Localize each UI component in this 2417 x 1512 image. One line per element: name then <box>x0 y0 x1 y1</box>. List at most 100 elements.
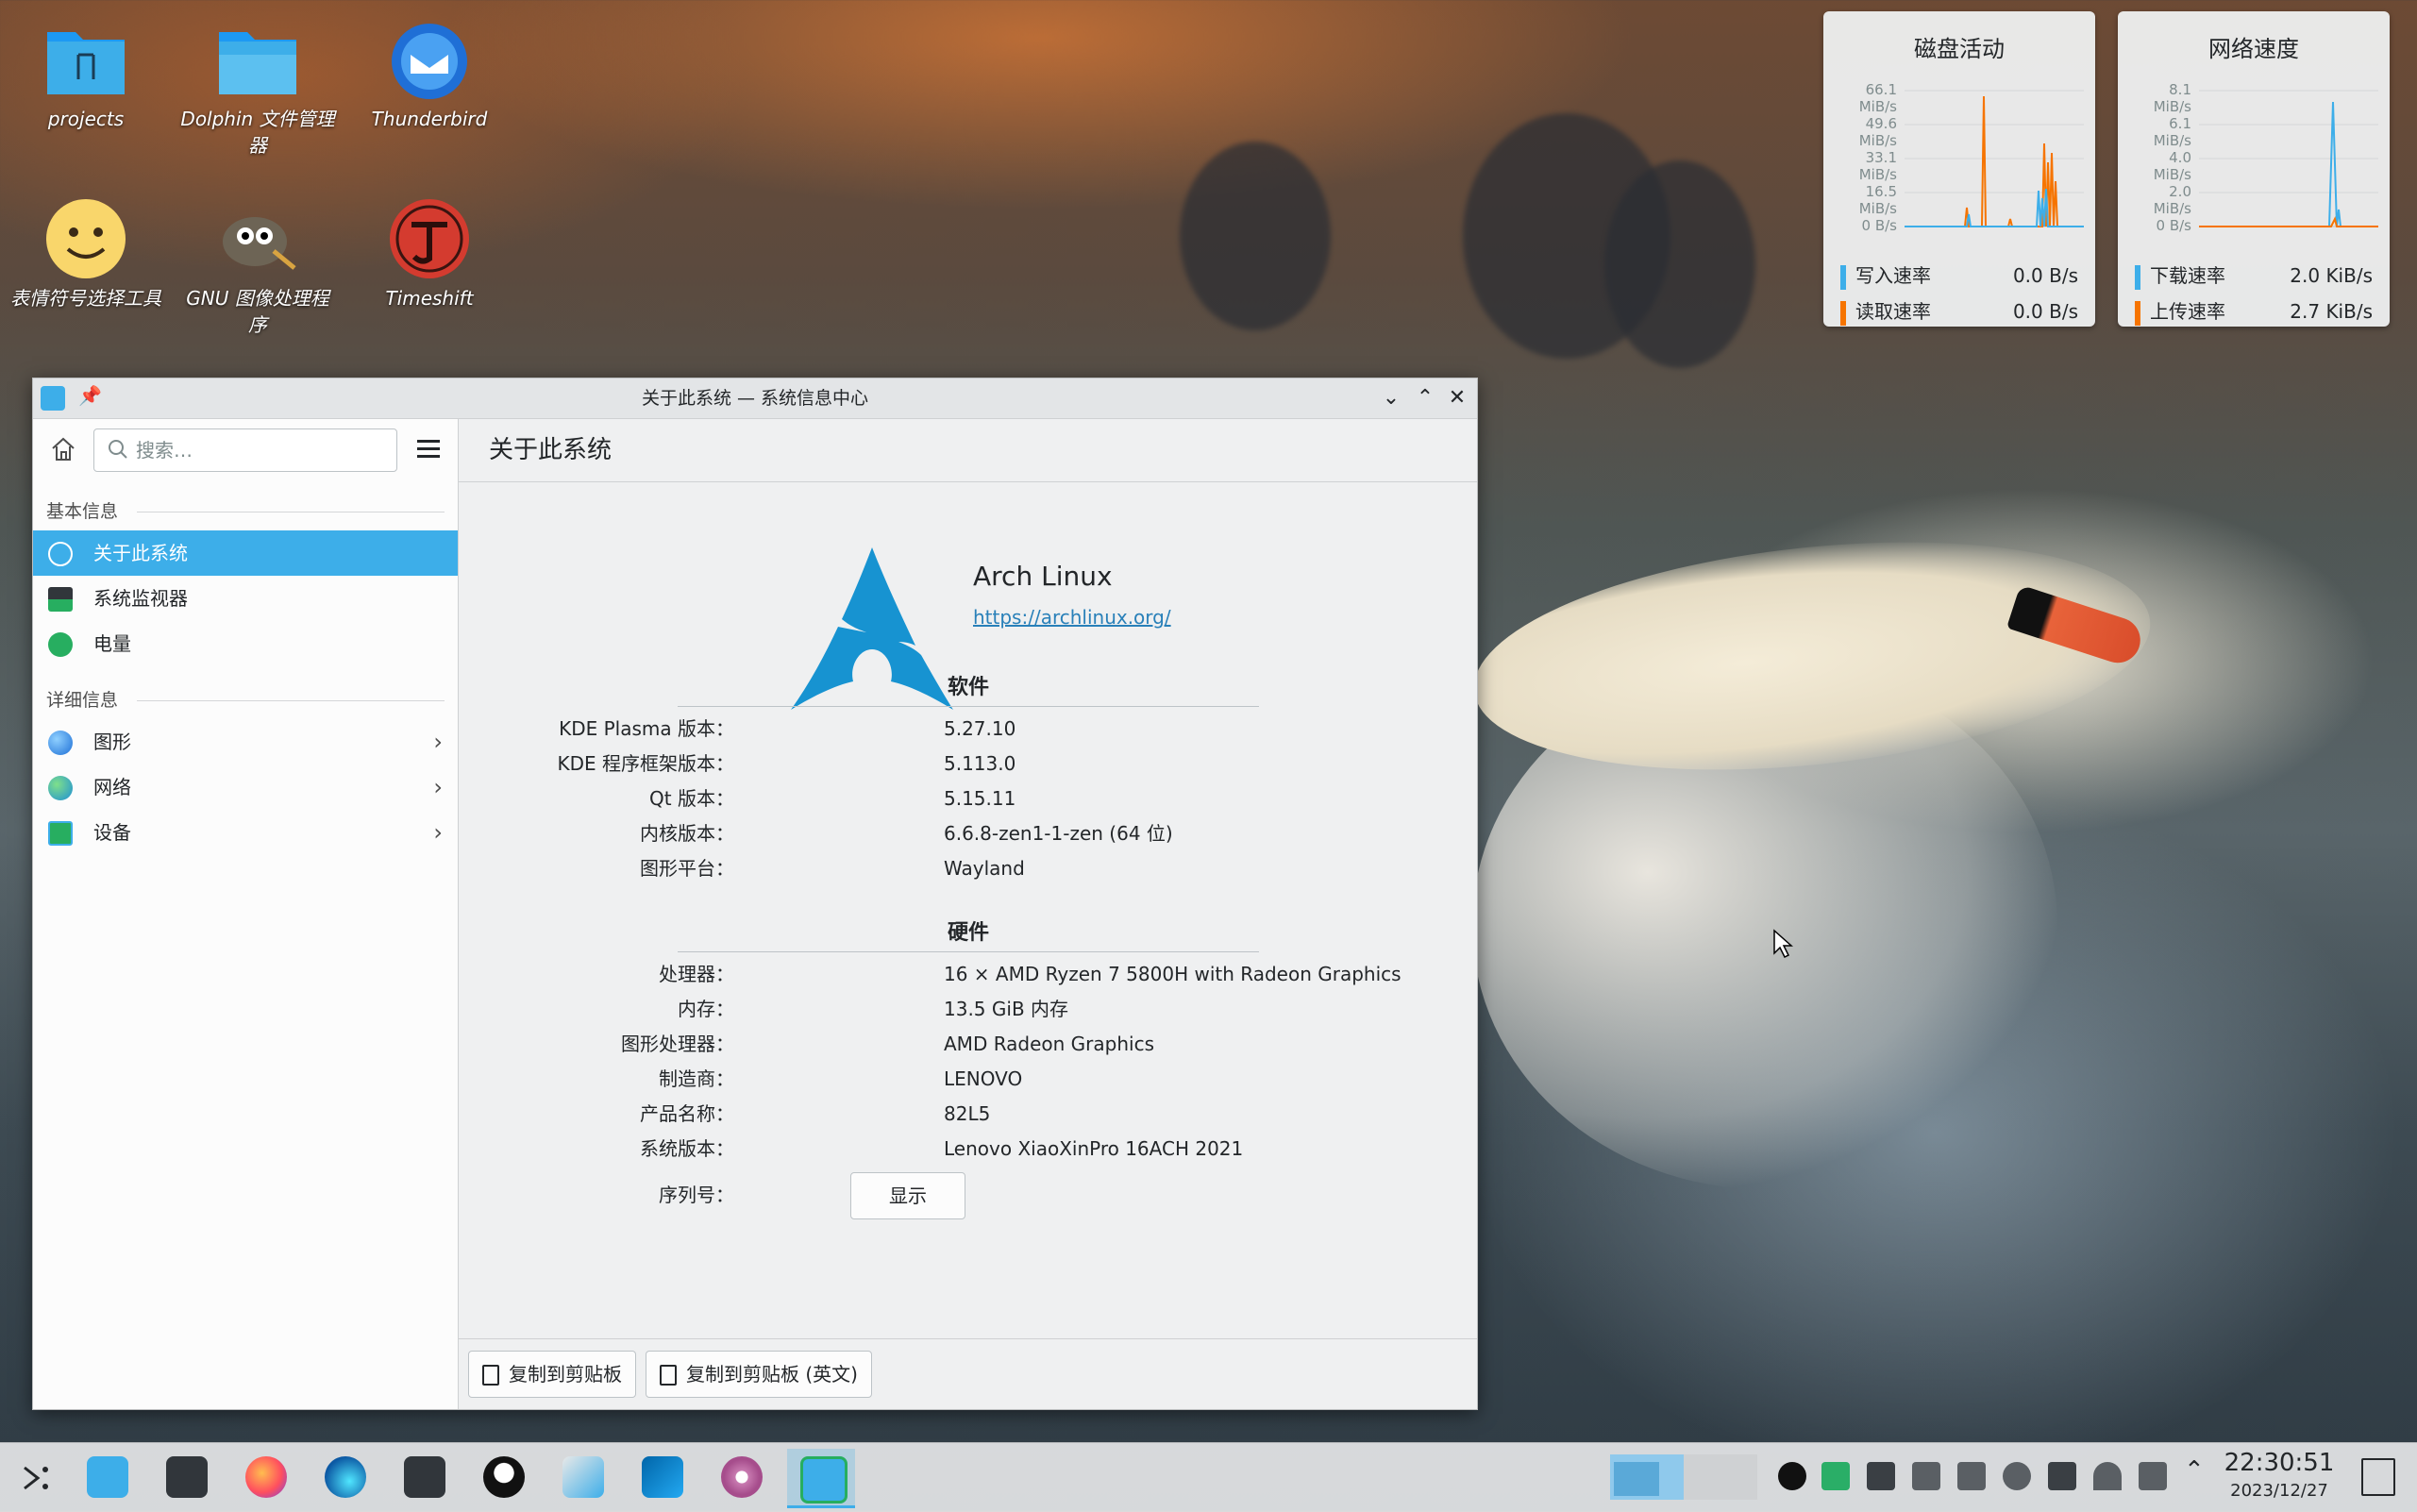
virtual-desktop-pager[interactable] <box>1610 1454 1757 1500</box>
legend-swatch <box>2135 300 2140 326</box>
taskbar-system-settings[interactable] <box>153 1449 221 1505</box>
crow-silhouette <box>1604 160 1755 368</box>
info-row: 图形平台： Wayland <box>553 851 1308 886</box>
info-row: 内核版本： 6.6.8-zen1-1-zen (64 位) <box>553 816 1308 851</box>
taskbar-vscode[interactable] <box>629 1449 697 1505</box>
legend-label: 写入速率 <box>1855 264 1931 287</box>
wechat-tray-icon[interactable] <box>1821 1462 1850 1490</box>
info-key: 处理器： <box>659 963 734 985</box>
sidebar-item-system-monitor[interactable]: 系统监视器 <box>33 576 458 621</box>
section-divider <box>678 951 1259 952</box>
chevron-right-icon: › <box>433 819 443 846</box>
timeshift-icon <box>387 196 472 281</box>
section-basic-info: 基本信息 <box>33 493 458 530</box>
legend-download: 下载速率 2.0 KiB/s <box>2135 260 2373 291</box>
taskbar-dolphin[interactable] <box>74 1449 142 1505</box>
y-tick: 33.1 MiB/s <box>1858 149 1897 183</box>
taskbar-edge[interactable] <box>311 1449 379 1505</box>
sidebar-item-label: 电量 <box>93 632 131 655</box>
settings-icon <box>166 1456 208 1498</box>
info-row: KDE 程序框架版本： 5.113.0 <box>553 747 1308 781</box>
sidebar-item-network[interactable]: 网络 › <box>33 764 458 810</box>
info-value: AMD Radeon Graphics <box>944 1033 1154 1055</box>
clipboard-tray-icon[interactable] <box>1912 1462 1940 1490</box>
sidebar-item-graphics[interactable]: 图形 › <box>33 719 458 764</box>
content-footer: 复制到剪贴板 复制到剪贴板 (英文) <box>459 1338 1477 1409</box>
desktop-icon-dolphin[interactable]: Dolphin 文件管理器 <box>177 17 338 159</box>
search-input[interactable]: 搜索… <box>93 428 397 472</box>
home-icon[interactable] <box>50 436 76 466</box>
maximize-button[interactable]: ⌃ <box>1411 384 1439 412</box>
vscode-icon <box>642 1456 683 1498</box>
clock-date[interactable]: 2023/12/27 <box>2213 1481 2345 1501</box>
hardware-section-title: 硬件 <box>947 921 989 945</box>
sidebar-header: 搜索… <box>33 419 458 481</box>
copy-to-clipboard-english-button[interactable]: 复制到剪贴板 (英文) <box>646 1351 872 1398</box>
button-label: 复制到剪贴板 <box>509 1363 622 1386</box>
desktop-icon-label: GNU 图像处理程序 <box>186 287 329 336</box>
info-value: 82L5 <box>944 1102 991 1125</box>
sidebar-item-devices[interactable]: 设备 › <box>33 810 458 855</box>
hamburger-menu-icon[interactable] <box>416 438 441 464</box>
clock-time[interactable]: 22:30:51 <box>2213 1449 2345 1477</box>
info-value: 5.113.0 <box>944 752 1016 775</box>
sidebar-item-about-system[interactable]: 关于此系统 <box>33 530 458 576</box>
qq-tray-icon[interactable] <box>1778 1462 1806 1490</box>
disk-activity-graph: 66.1 MiB/s 49.6 MiB/s 33.1 MiB/s 16.5 Mi… <box>1823 77 2095 247</box>
info-value: 13.5 GiB 内存 <box>944 998 1069 1020</box>
legend-swatch <box>1840 264 1846 290</box>
info-row: Qt 版本： 5.15.11 <box>553 781 1308 816</box>
copy-to-clipboard-button[interactable]: 复制到剪贴板 <box>468 1351 636 1398</box>
legend-read: 读取速率 0.0 B/s <box>1840 296 2078 327</box>
night-color-tray-icon[interactable] <box>2003 1462 2031 1490</box>
sidebar: 搜索… 基本信息 关于此系统 系统监视器 电量 详细信息 图形 › 网络 › 设… <box>33 419 459 1409</box>
y-tick: 0 B/s <box>2156 217 2191 234</box>
y-tick: 8.1 MiB/s <box>2153 81 2191 115</box>
expand-tray-icon[interactable]: ⌃ <box>2184 1456 2205 1485</box>
close-button[interactable]: ✕ <box>1443 384 1471 412</box>
minimize-button[interactable]: ⌄ <box>1377 384 1405 412</box>
taskbar-firefox[interactable] <box>232 1449 300 1505</box>
desktop-icon-gimp[interactable]: GNU 图像处理程序 <box>177 196 338 338</box>
y-tick: 49.6 MiB/s <box>1858 115 1897 149</box>
info-value: LENOVO <box>944 1067 1023 1090</box>
info-center-icon <box>800 1456 848 1504</box>
taskbar-discover[interactable] <box>549 1449 617 1505</box>
distro-name: Arch Linux <box>973 561 1113 592</box>
info-center-window: 📌 关于此系统 — 系统信息中心 ⌄ ⌃ ✕ 搜索… 基本信息 关于此系统 系统… <box>32 378 1478 1410</box>
folder-icon <box>43 17 128 102</box>
info-row: 图形处理器： AMD Radeon Graphics <box>553 1027 1308 1062</box>
desktop-icon-label: Timeshift <box>385 287 474 310</box>
thunderbird-icon <box>387 17 472 102</box>
distro-url-link[interactable]: https://archlinux.org/ <box>973 606 1171 629</box>
sidebar-item-power[interactable]: 电量 <box>33 621 458 666</box>
smiley-icon <box>43 196 128 281</box>
app-launcher-button[interactable] <box>0 1449 68 1505</box>
window-titlebar[interactable]: 📌 关于此系统 — 系统信息中心 ⌄ ⌃ ✕ <box>33 378 1477 419</box>
network-speed-widget[interactable]: 网络速度 8.1 MiB/s 6.1 MiB/s 4.0 MiB/s 2.0 M… <box>2118 11 2390 327</box>
graphics-icon <box>48 731 73 755</box>
mouse-cursor-icon <box>1772 929 1793 963</box>
installer-icon <box>562 1456 604 1498</box>
volume-muted-tray-icon[interactable] <box>2139 1462 2167 1490</box>
desktop-icon-thunderbird[interactable]: Thunderbird <box>349 17 510 132</box>
keyboard-tray-icon[interactable] <box>1957 1462 1986 1490</box>
taskbar-terminal[interactable] <box>391 1449 459 1505</box>
terminal-tray-icon[interactable] <box>1867 1462 1895 1490</box>
taskbar-info-center[interactable] <box>787 1449 855 1508</box>
desktop-icon-emoji[interactable]: 表情符号选择工具 <box>6 196 166 311</box>
desktop-icon-projects[interactable]: projects <box>6 17 166 132</box>
network-icon <box>48 776 73 800</box>
battery-tray-icon[interactable] <box>2048 1462 2076 1490</box>
desktop-icon-timeshift[interactable]: Timeshift <box>349 196 510 311</box>
disk-activity-widget[interactable]: 磁盘活动 66.1 MiB/s 49.6 MiB/s 33.1 MiB/s 16… <box>1823 11 2095 327</box>
desktop-window-preview <box>1614 1462 1659 1496</box>
search-placeholder: 搜索… <box>136 439 193 462</box>
wifi-tray-icon[interactable] <box>2093 1462 2122 1490</box>
show-serial-button[interactable]: 显示 <box>850 1172 965 1219</box>
show-desktop-button[interactable] <box>2361 1458 2395 1496</box>
taskbar-qq[interactable] <box>470 1449 538 1505</box>
sidebar-item-label: 设备 <box>93 821 131 844</box>
legend-value: 0.0 B/s <box>2012 264 2078 287</box>
taskbar-app-pink[interactable] <box>708 1449 776 1505</box>
